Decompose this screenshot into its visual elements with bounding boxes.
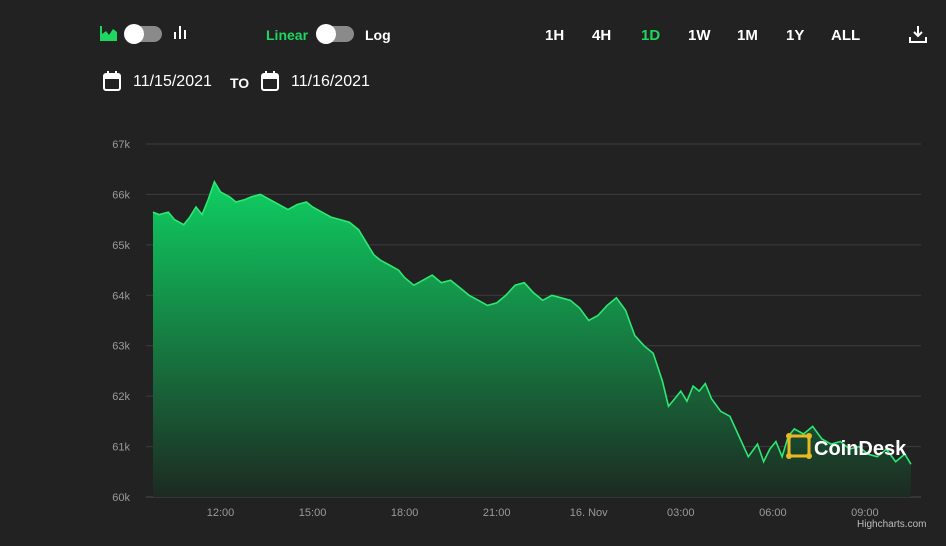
y-axis: 60k 61k 62k 63k 64k 65k 66k 67k bbox=[112, 139, 130, 504]
y-tick-label: 67k bbox=[112, 139, 130, 151]
x-tick-label: 12:00 bbox=[207, 507, 235, 519]
y-tick-label: 63k bbox=[112, 341, 130, 353]
y-tick-label: 65k bbox=[112, 240, 130, 252]
price-area bbox=[153, 181, 911, 498]
x-tick-label: 06:00 bbox=[759, 507, 787, 519]
y-tick-label: 61k bbox=[112, 442, 130, 454]
y-tick-label: 64k bbox=[112, 290, 130, 302]
x-tick-label: 03:00 bbox=[667, 507, 695, 519]
y-tick-label: 60k bbox=[112, 492, 130, 504]
y-tick-label: 62k bbox=[112, 391, 130, 403]
y-tick-label: 66k bbox=[112, 189, 130, 201]
x-tick-label: 21:00 bbox=[483, 507, 511, 519]
x-tick-label: 09:00 bbox=[851, 507, 879, 519]
coindesk-wordmark: CoinDesk bbox=[814, 438, 907, 460]
x-tick-label: 18:00 bbox=[391, 507, 419, 519]
highcharts-credits[interactable]: Highcharts.com bbox=[857, 519, 926, 530]
x-tick-label: 15:00 bbox=[299, 507, 327, 519]
x-axis: 12:00 15:00 18:00 21:00 16. Nov 03:00 06:00 09:… bbox=[207, 507, 879, 519]
price-chart[interactable]: 60k 61k 62k 63k 64k 65k 66k 67k 12:00 15:00 18:00… bbox=[0, 0, 946, 546]
x-tick-label: 16. Nov bbox=[570, 507, 608, 519]
